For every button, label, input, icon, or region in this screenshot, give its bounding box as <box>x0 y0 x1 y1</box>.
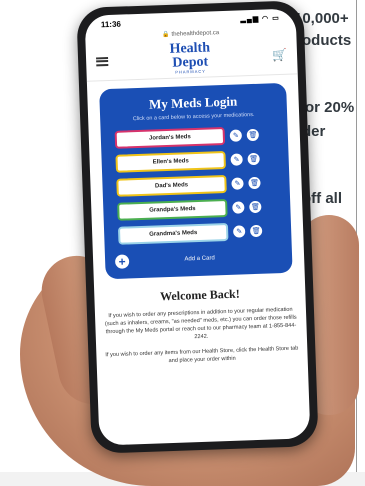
status-time: 11:36 <box>100 19 122 29</box>
status-icons: ▂▄▆ ◠ ▭ <box>240 15 280 24</box>
med-card-row: Dad's Meds ✎ 🗑 <box>116 173 282 197</box>
edit-icon[interactable]: ✎ <box>230 153 243 166</box>
trash-icon[interactable]: 🗑 <box>249 224 263 238</box>
welcome-section: Welcome Back! If you wish to order any p… <box>94 272 308 367</box>
trash-icon[interactable]: 🗑 <box>248 176 261 190</box>
add-card-button[interactable]: Add a Card <box>129 253 270 264</box>
cart-icon[interactable]: 🛒 <box>272 48 287 63</box>
hamburger-icon[interactable] <box>96 56 109 66</box>
edit-icon[interactable]: ✎ <box>231 177 244 190</box>
add-icon[interactable]: + <box>114 254 130 269</box>
med-card-button[interactable]: Jordan's Meds <box>114 126 226 149</box>
site-logo[interactable]: Health Depot PHARMACY <box>169 40 211 75</box>
edit-icon[interactable]: ✎ <box>232 225 246 238</box>
med-card-button[interactable]: Ellen's Meds <box>115 150 226 173</box>
trash-icon[interactable]: 🗑 <box>249 200 262 214</box>
site-header: Health Depot PHARMACY 🛒 <box>85 35 298 82</box>
med-card-row: Grandma's Meds ✎ 🗑 <box>117 221 284 245</box>
welcome-paragraph: If you wish to order any prescriptions i… <box>104 306 297 341</box>
med-card-button[interactable]: Grandma's Meds <box>117 222 229 245</box>
bg-text-line: for 20% <box>300 99 355 116</box>
logo-line3: PHARMACY <box>175 68 207 75</box>
add-card-row: + Add a Card <box>113 249 284 269</box>
med-card-button[interactable]: Dad's Meds <box>116 174 227 197</box>
med-card-row: Grandpa's Meds ✎ 🗑 <box>117 197 283 221</box>
phone-screen: 11:36 ▂▄▆ ◠ ▭ 🔒 thehealthdepot.ca Health… <box>84 8 311 446</box>
welcome-paragraph: If you wish to order any items from our … <box>105 345 299 365</box>
edit-icon[interactable]: ✎ <box>229 129 243 142</box>
url-text: thehealthdepot.ca <box>171 30 220 38</box>
med-card-button[interactable]: Grandpa's Meds <box>117 198 228 221</box>
lock-icon: 🔒 <box>162 31 170 39</box>
trash-icon[interactable]: 🗑 <box>247 152 260 166</box>
med-card-row: Jordan's Meds ✎ 🗑 <box>114 125 281 149</box>
med-card-row: Ellen's Meds ✎ 🗑 <box>115 149 281 173</box>
meds-login-card: My Meds Login Click on a card below to a… <box>99 82 293 280</box>
edit-icon[interactable]: ✎ <box>232 201 245 214</box>
trash-icon[interactable]: 🗑 <box>246 128 260 142</box>
welcome-title: Welcome Back! <box>159 286 240 304</box>
phone: 11:36 ▂▄▆ ◠ ▭ 🔒 thehealthdepot.ca Health… <box>76 0 319 454</box>
login-title: My Meds Login <box>148 93 238 112</box>
